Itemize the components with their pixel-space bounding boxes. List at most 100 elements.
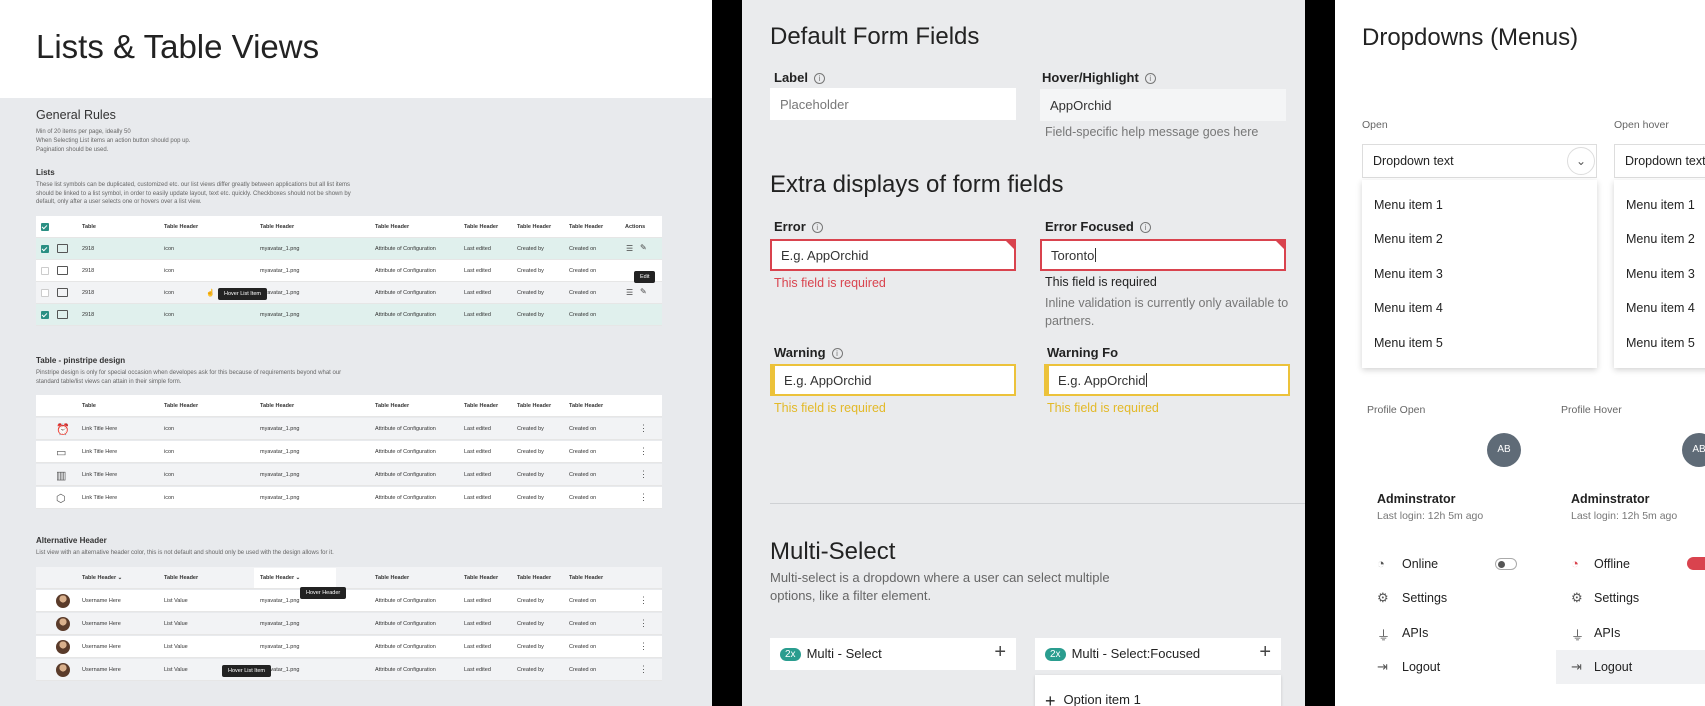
cell: Created by — [517, 472, 544, 478]
option-item[interactable]: + Option item 1 — [1035, 675, 1281, 706]
column-header[interactable]: Table Header — [517, 224, 551, 230]
list-icon[interactable]: ☰ — [626, 244, 633, 253]
info-icon[interactable]: i — [1144, 73, 1156, 84]
table-row[interactable]: Username Here List Value myavatar_1.png … — [36, 590, 662, 612]
column-header[interactable]: Table Header — [569, 224, 603, 230]
edit-icon[interactable]: ✎ — [640, 287, 647, 296]
select-all-checkbox[interactable] — [41, 223, 49, 231]
row-checkbox[interactable] — [41, 245, 49, 253]
plus-icon[interactable]: + — [1259, 641, 1271, 664]
table-row[interactable]: ▭ Link Title Here icon myavatar_1.png At… — [36, 441, 662, 463]
menu-item[interactable]: Menu item 4 — [1626, 301, 1695, 315]
menu-item[interactable]: Menu item 3 — [1626, 267, 1695, 281]
settings-item[interactable]: Settings — [1402, 591, 1447, 605]
table-row[interactable]: ⬡ Link Title Here icon myavatar_1.png At… — [36, 487, 662, 509]
info-icon[interactable]: i — [831, 348, 843, 359]
warning-focused-input[interactable]: E.g. AppOrchid — [1044, 364, 1290, 396]
table-row[interactable]: Username Here List Value myavatar_1.png … — [36, 636, 662, 658]
more-menu-icon[interactable]: ⋮ — [639, 618, 648, 629]
row-link[interactable]: Link Title Here — [82, 426, 117, 432]
info-icon[interactable]: i — [811, 222, 823, 233]
menu-item[interactable]: Menu item 5 — [1374, 336, 1443, 350]
column-header[interactable]: Table Header — [164, 403, 198, 409]
more-menu-icon[interactable]: ⋮ — [639, 641, 648, 652]
multi-select[interactable]: 2x Multi - Select + — [770, 638, 1016, 670]
more-menu-icon[interactable]: ⋮ — [639, 469, 648, 480]
cell: Created on — [569, 667, 597, 673]
column-header[interactable]: Table Header ⌄ — [82, 575, 122, 581]
status-toggle[interactable] — [1495, 558, 1517, 570]
menu-item[interactable]: Menu item 2 — [1626, 232, 1695, 246]
column-header[interactable]: Table — [82, 224, 96, 230]
table-row[interactable]: ⏰ Link Title Here icon myavatar_1.png At… — [36, 418, 662, 440]
column-header[interactable]: Table Header — [569, 403, 603, 409]
column-header[interactable]: Table Header — [375, 224, 409, 230]
more-menu-icon[interactable]: ⋮ — [639, 492, 648, 503]
settings-item[interactable]: Settings — [1594, 591, 1639, 605]
column-header[interactable]: Table Header — [464, 403, 498, 409]
column-header[interactable]: Table Header ⌄ — [260, 575, 300, 581]
edit-tooltip: Edit — [634, 271, 656, 283]
chevron-down-icon[interactable]: ⌄ — [1567, 147, 1595, 175]
column-header[interactable]: Table Header — [164, 224, 198, 230]
menu-item[interactable]: Menu item 3 — [1374, 267, 1443, 281]
error-input[interactable]: E.g. AppOrchid — [770, 239, 1016, 271]
edit-icon[interactable]: ✎ — [640, 243, 647, 252]
table-row[interactable]: 2918 icon myavatar_1.png Attribute of Co… — [36, 238, 662, 260]
table-row[interactable]: Username Here List Value myavatar_1.png … — [36, 659, 662, 681]
list-icon[interactable]: ☰ — [626, 288, 633, 297]
menu-item[interactable]: Menu item 2 — [1374, 232, 1443, 246]
column-header[interactable]: Table Header — [517, 403, 551, 409]
column-header[interactable]: Table Header — [375, 575, 409, 581]
dropdown-select[interactable]: Dropdown text ⌄ — [1362, 144, 1597, 178]
logout-item[interactable]: Logout — [1594, 660, 1632, 674]
cell: myavatar_1.png — [260, 268, 300, 274]
column-header[interactable]: Table Header — [517, 575, 551, 581]
menu-item[interactable]: Menu item 1 — [1626, 198, 1695, 212]
table-row[interactable]: ▥ Link Title Here icon myavatar_1.png At… — [36, 464, 662, 486]
profile-avatar[interactable]: AB — [1682, 433, 1705, 467]
profile-avatar[interactable]: AB — [1487, 433, 1521, 467]
multi-select-focused[interactable]: 2x Multi - Select:Focused + — [1035, 638, 1281, 670]
cell: Created by — [517, 495, 544, 501]
info-icon[interactable]: i — [1139, 222, 1151, 233]
row-link[interactable]: Link Title Here — [82, 449, 117, 455]
apis-item[interactable]: APIs — [1594, 626, 1620, 640]
more-menu-icon[interactable]: ⋮ — [639, 664, 648, 675]
column-header[interactable]: Table Header — [464, 224, 498, 230]
table-row[interactable]: 2918 icon myavatar_1.png Attribute of Co… — [36, 260, 662, 282]
column-header[interactable]: Table Header — [260, 403, 294, 409]
dropdown-select-hover[interactable]: Dropdown text — [1614, 144, 1705, 178]
error-focused-input[interactable]: Toronto — [1040, 239, 1286, 271]
table-row[interactable]: Username Here List Value myavatar_1.png … — [36, 613, 662, 635]
more-menu-icon[interactable]: ⋮ — [639, 423, 648, 434]
column-header[interactable]: Table Header — [464, 575, 498, 581]
plus-icon[interactable]: + — [994, 641, 1006, 664]
row-link[interactable]: Link Title Here — [82, 472, 117, 478]
logout-item[interactable]: Logout — [1402, 660, 1440, 674]
column-header[interactable]: Table Header — [164, 575, 198, 581]
column-header[interactable]: Table — [82, 403, 96, 409]
row-link[interactable]: Link Title Here — [82, 495, 117, 501]
menu-item[interactable]: Menu item 5 — [1626, 336, 1695, 350]
row-checkbox[interactable] — [41, 311, 49, 319]
plus-icon: + — [1045, 691, 1056, 706]
row-checkbox[interactable] — [41, 289, 49, 297]
hover-input[interactable]: AppOrchid — [1040, 89, 1286, 121]
table-row[interactable]: 2918 icon myavatar_1.png Attribute of Co… — [36, 282, 662, 304]
column-header[interactable]: Table Header — [569, 575, 603, 581]
menu-item[interactable]: Menu item 4 — [1374, 301, 1443, 315]
table-row[interactable]: 2918 icon myavatar_1.png Attribute of Co… — [36, 304, 662, 326]
more-menu-icon[interactable]: ⋮ — [639, 446, 648, 457]
more-menu-icon[interactable]: ⋮ — [639, 595, 648, 606]
warning-input[interactable]: E.g. AppOrchid — [770, 364, 1016, 396]
apis-item[interactable]: APIs — [1402, 626, 1428, 640]
info-icon[interactable]: i — [813, 73, 825, 84]
menu-item[interactable]: Menu item 1 — [1374, 198, 1443, 212]
cell: Created by — [517, 667, 544, 673]
row-checkbox[interactable] — [41, 267, 49, 275]
column-header[interactable]: Table Header — [375, 403, 409, 409]
column-header[interactable]: Table Header — [260, 224, 294, 230]
status-toggle[interactable] — [1687, 557, 1705, 570]
text-input[interactable]: Placeholder — [770, 88, 1016, 120]
